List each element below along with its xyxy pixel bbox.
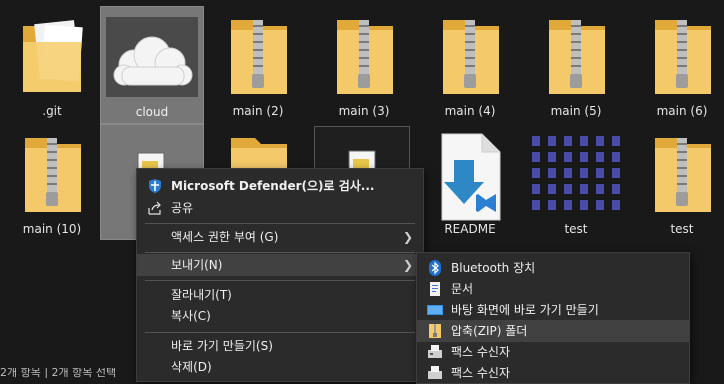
file-item-test-zip[interactable]: test (630, 124, 724, 242)
file-name: README (444, 222, 496, 236)
fax-icon (428, 345, 442, 358)
menu-item-bluetooth[interactable]: Bluetooth 장치 (417, 257, 689, 279)
menu-item-defender-scan[interactable]: Microsoft Defender(으)로 검사... (137, 175, 423, 197)
zip-folder-icon (655, 138, 711, 212)
menu-item-label: 복사(C) (171, 309, 211, 323)
menu-separator (145, 332, 415, 333)
menu-separator (145, 280, 415, 281)
file-name: main (6) (656, 104, 708, 118)
chevron-right-icon: ❯ (402, 230, 413, 244)
file-item-main-10[interactable]: main (10) (0, 124, 104, 242)
share-icon (148, 201, 161, 215)
bluetooth-icon (429, 260, 441, 276)
menu-item-label: Microsoft Defender(으)로 검사... (171, 179, 375, 193)
file-name: main (2) (232, 104, 284, 118)
menu-item-label: 공유 (171, 201, 194, 215)
menu-item-documents[interactable]: 문서 (417, 278, 689, 300)
menu-item-create-shortcut[interactable]: 바로 가기 만들기(S) (137, 335, 423, 357)
menu-item-label: 잘라내기(T) (171, 288, 232, 302)
file-item-main-4[interactable]: main (4) (418, 6, 522, 124)
defender-shield-icon (149, 179, 161, 193)
file-item-git[interactable]: .git (0, 6, 104, 124)
file-name: .git (42, 104, 62, 118)
zip-folder-icon (25, 138, 81, 212)
menu-item-send-to[interactable]: 보내기(N) ❯ (137, 254, 423, 276)
menu-separator (145, 223, 415, 224)
file-name: main (3) (338, 104, 390, 118)
menu-item-label: 삭제(D) (171, 360, 212, 374)
menu-item-label: 액세스 권한 부여 (G) (171, 230, 279, 244)
menu-separator (145, 252, 415, 253)
context-menu: Microsoft Defender(으)로 검사... 공유 액세스 권한 부… (136, 168, 424, 382)
menu-item-label: 바탕 화면에 바로 가기 만들기 (451, 303, 599, 317)
menu-item-copy[interactable]: 복사(C) (137, 305, 423, 327)
document-icon (430, 282, 440, 296)
menu-item-desktop-shortcut[interactable]: 바탕 화면에 바로 가기 만들기 (417, 299, 689, 321)
menu-item-label: 팩스 수신자 (451, 345, 511, 359)
menu-item-share[interactable]: 공유 (137, 197, 423, 219)
menu-item-cut[interactable]: 잘라내기(T) (137, 284, 423, 306)
folder-icon (23, 20, 83, 92)
file-name: main (4) (444, 104, 496, 118)
file-name: test (564, 222, 588, 236)
zip-folder-icon (443, 20, 499, 94)
file-name: cloud (135, 105, 169, 119)
sprite-sheet-image-icon (532, 136, 620, 210)
zip-folder-icon (549, 20, 605, 94)
menu-item-fax-recipient[interactable]: 팩스 수신자 (417, 341, 689, 363)
file-item-test-image[interactable]: test (524, 124, 628, 242)
menu-item-grant-access[interactable]: 액세스 권한 부여 (G) ❯ (137, 226, 423, 248)
file-item-main-2[interactable]: main (2) (206, 6, 310, 124)
desktop-icon (427, 305, 443, 315)
file-name: main (10) (22, 222, 82, 236)
menu-item-label: 보내기(N) (171, 258, 223, 272)
menu-item-label: 팩스 수신자 (451, 366, 511, 380)
zip-folder-icon (231, 20, 287, 94)
file-item-cloud[interactable]: cloud (100, 6, 204, 124)
menu-item-label: 문서 (451, 282, 474, 296)
zip-folder-icon (655, 20, 711, 94)
menu-item-label: 바로 가기 만들기(S) (171, 339, 273, 353)
zip-folder-icon (337, 20, 393, 94)
file-item-readme[interactable]: README (418, 124, 522, 242)
file-name: main (5) (550, 104, 602, 118)
file-name: test (670, 222, 694, 236)
cloud-image-icon (106, 17, 198, 97)
menu-item-zip-folder[interactable]: 압축(ZIP) 폴더 (417, 320, 689, 342)
menu-item-label: 압축(ZIP) 폴더 (451, 324, 528, 338)
send-to-submenu: Bluetooth 장치 문서 바탕 화면에 바로 가기 만들기 압축(ZIP)… (416, 252, 690, 384)
menu-item-delete[interactable]: 삭제(D) (137, 356, 423, 378)
menu-item-fax-recipient-2[interactable]: 팩스 수신자 (417, 362, 689, 384)
file-item-selected-2[interactable] (314, 126, 410, 184)
file-item-main-6[interactable]: main (6) (630, 6, 724, 124)
vscode-file-icon (441, 133, 501, 221)
fax-icon (428, 366, 442, 379)
chevron-right-icon: ❯ (402, 258, 413, 272)
menu-item-label: Bluetooth 장치 (451, 261, 536, 275)
file-item-main-3[interactable]: main (3) (312, 6, 416, 124)
file-item-main-5[interactable]: main (5) (524, 6, 628, 124)
zip-folder-icon (429, 324, 441, 338)
